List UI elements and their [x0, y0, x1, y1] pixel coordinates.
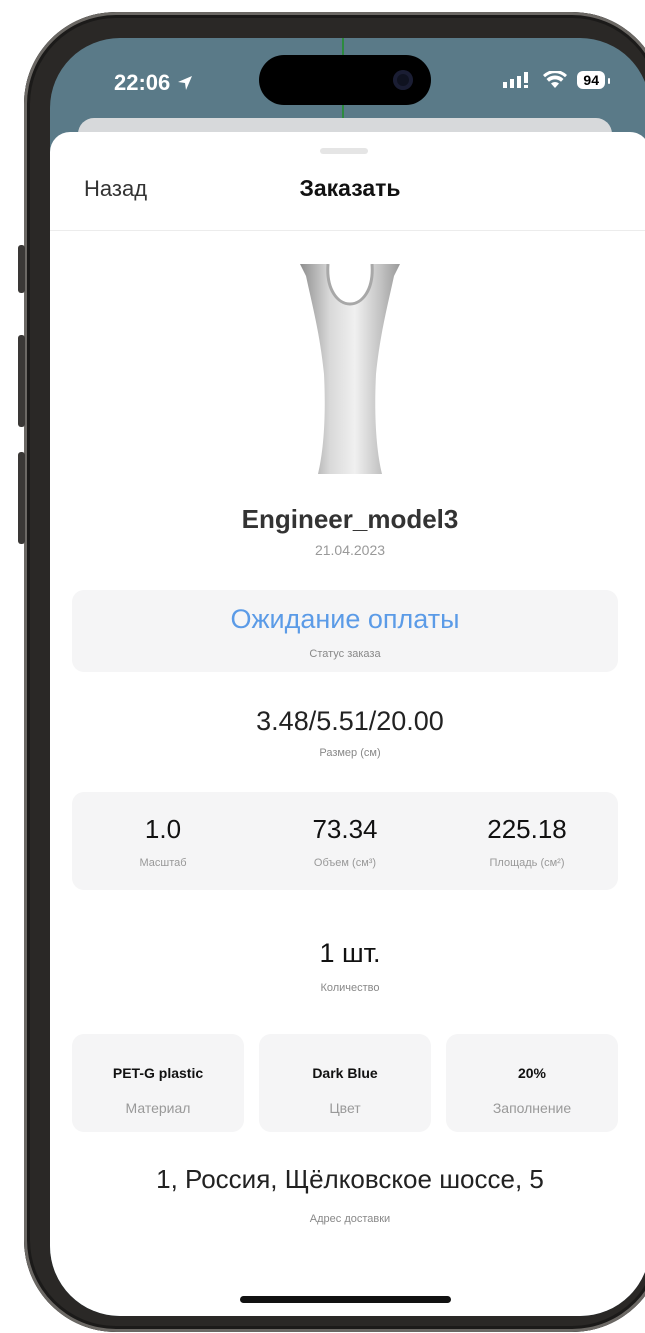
- location-arrow-icon: [178, 76, 193, 90]
- material-label: Материал: [125, 1100, 191, 1116]
- color-value: Dark Blue: [312, 1065, 378, 1081]
- screen: 22:06 94 Назад Заказать Engineer_model3 …: [50, 38, 645, 1316]
- wifi-icon: [543, 71, 568, 88]
- battery-icon: 94: [577, 71, 610, 89]
- quantity-label: Количество: [320, 982, 380, 994]
- delivery-address-value: 1, Россия, Щёлковское шоссе, 5: [156, 1164, 544, 1194]
- home-indicator[interactable]: [240, 1296, 451, 1303]
- area-label: Площадь (см²): [489, 857, 565, 869]
- color-label: Цвет: [329, 1100, 361, 1116]
- time-text: 22:06: [114, 70, 171, 95]
- order-status-card: Ожидание оплаты Статус заказа: [72, 590, 618, 672]
- order-status-value: Ожидание оплаты: [230, 604, 460, 634]
- volume-stat: 73.34 Объем (см³): [254, 814, 436, 869]
- stats-card: 1.0 Масштаб 73.34 Объем (см³) 225.18 Пло…: [72, 792, 618, 890]
- infill-value: 20%: [517, 1065, 547, 1081]
- infill-label: Заполнение: [492, 1100, 572, 1116]
- size-label: Размер (см): [319, 747, 381, 759]
- navigation-bar: Назад Заказать: [50, 132, 645, 231]
- model-preview-image: [300, 264, 400, 474]
- status-indicators: 94: [503, 71, 610, 89]
- infill-card: 20% Заполнение: [446, 1034, 618, 1132]
- model-name: Engineer_model3: [241, 504, 459, 534]
- volume-label: Объем (см³): [313, 857, 377, 869]
- material-card: PET-G plastic Материал: [72, 1034, 244, 1132]
- cellular-signal-icon: [503, 72, 529, 88]
- model-date: 21.04.2023: [314, 542, 386, 558]
- camera-icon: [393, 70, 413, 90]
- area-stat: 225.18 Площадь (см²): [436, 814, 618, 869]
- order-status-label: Статус заказа: [309, 648, 381, 660]
- scale-label: Масштаб: [139, 857, 187, 869]
- scale-stat: 1.0 Масштаб: [72, 814, 254, 869]
- color-card: Dark Blue Цвет: [259, 1034, 431, 1132]
- scale-value: 1.0: [144, 814, 182, 844]
- material-value: PET-G plastic: [112, 1065, 204, 1081]
- status-time: 22:06: [114, 70, 194, 96]
- mute-switch: [18, 245, 25, 293]
- volume-down-button: [18, 452, 25, 544]
- size-value: 3.48/5.51/20.00: [256, 706, 444, 736]
- area-value: 225.18: [487, 814, 567, 844]
- volume-value: 73.34: [312, 814, 378, 844]
- dynamic-island: [259, 55, 431, 105]
- quantity-value: 1 шт.: [319, 938, 381, 968]
- status-bar: 22:06 94: [50, 38, 645, 128]
- volume-up-button: [18, 335, 25, 427]
- delivery-address-label: Адрес доставки: [309, 1213, 391, 1225]
- page-title: Заказать: [299, 175, 401, 201]
- order-sheet: Назад Заказать Engineer_model3 21.04.202…: [50, 132, 645, 1316]
